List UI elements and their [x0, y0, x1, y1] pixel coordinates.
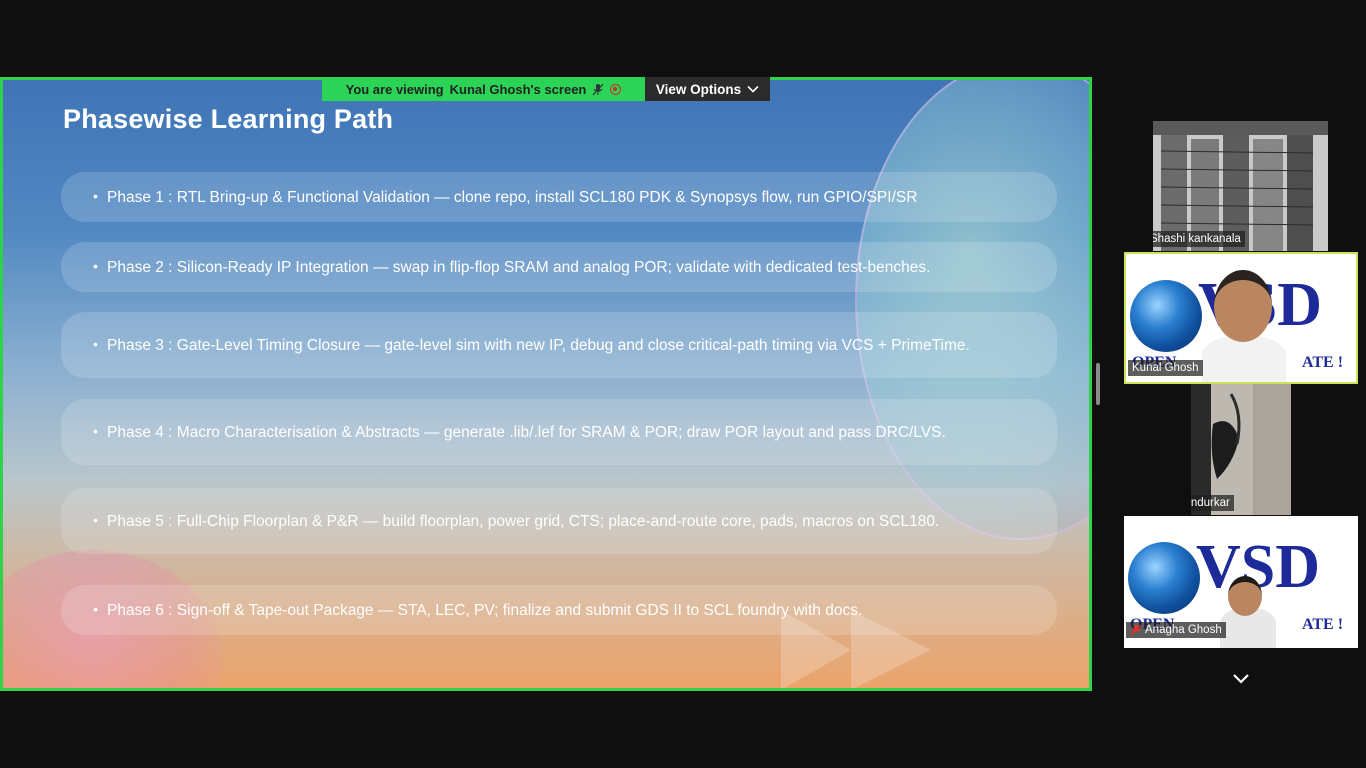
- participant-name-tag: Shashi kankanala: [1153, 231, 1245, 247]
- phase-text: Phase 2 : Silicon-Ready IP Integration —…: [107, 258, 931, 276]
- phase-item: Phase 1 : RTL Bring-up & Functional Vali…: [61, 172, 1057, 222]
- chevron-down-icon: [747, 85, 759, 93]
- participant-face: [1214, 270, 1272, 342]
- participant-video: [1202, 336, 1286, 382]
- viewing-label: You are viewing: [345, 81, 444, 97]
- participant-name: Pranav Indurkar: [1191, 497, 1230, 509]
- record-icon: [610, 83, 622, 95]
- video-tile-participant[interactable]: Pranav Indurkar: [1191, 384, 1291, 515]
- view-options-label: View Options: [655, 81, 742, 97]
- participant-name: Anagha Ghosh: [1145, 624, 1222, 636]
- vsd-tagline-right: ATE !: [1302, 354, 1344, 371]
- vsd-tagline-right: ATE !: [1302, 616, 1344, 633]
- phase-text: Phase 5 : Full-Chip Floorplan & P&R — bu…: [107, 512, 940, 530]
- participant-name: Kunal Ghosh: [1132, 362, 1199, 374]
- participant-name-tag: Anagha Ghosh: [1126, 622, 1226, 638]
- decorative-bubble: [855, 80, 1089, 540]
- globe-logo: [1128, 542, 1200, 614]
- phase-text: Phase 3 : Gate-Level Timing Closure — ga…: [107, 336, 970, 354]
- phase-text: Phase 6 : Sign-off & Tape-out Package — …: [107, 601, 863, 619]
- meeting-window: Phasewise Learning Path Phase 1 : RTL Br…: [0, 0, 1366, 768]
- phase-item: Phase 2 : Silicon-Ready IP Integration —…: [61, 242, 1057, 292]
- phase-item: Phase 4 : Macro Characterisation & Abstr…: [61, 399, 1057, 465]
- phase-text: Phase 4 : Macro Characterisation & Abstr…: [107, 423, 946, 441]
- video-tile-active-speaker[interactable]: VSD OPEN ATE ! Kunal Ghosh: [1124, 252, 1358, 384]
- participant-name: Shashi kankanala: [1153, 233, 1241, 245]
- participant-name-tag: Kunal Ghosh: [1128, 360, 1203, 376]
- fast-forward-icon: [781, 610, 931, 688]
- mic-off-icon: [1130, 624, 1142, 636]
- chevron-down-icon[interactable]: [1230, 670, 1252, 688]
- video-tile-participant[interactable]: Shashi kankanala: [1153, 121, 1328, 251]
- phase-item: Phase 3 : Gate-Level Timing Closure — ga…: [61, 312, 1057, 378]
- video-tile-participant[interactable]: VSD OPEN ATE ! Anagha Ghosh: [1124, 516, 1358, 648]
- participant-face: [1228, 576, 1262, 616]
- presenter-name: Kunal Ghosh's screen: [449, 81, 587, 97]
- view-options-button[interactable]: View Options: [645, 77, 770, 101]
- mic-off-icon: [592, 83, 604, 95]
- phase-item: Phase 5 : Full-Chip Floorplan & P&R — bu…: [61, 488, 1057, 554]
- shared-screen[interactable]: Phasewise Learning Path Phase 1 : RTL Br…: [0, 77, 1092, 691]
- globe-logo: [1130, 280, 1202, 352]
- panel-resize-handle[interactable]: [1096, 363, 1100, 405]
- participant-name-tag: Pranav Indurkar: [1191, 495, 1234, 511]
- slide-title: Phasewise Learning Path: [63, 104, 394, 134]
- viewing-banner: You are viewing Kunal Ghosh's screen: [322, 77, 645, 101]
- phase-text: Phase 1 : RTL Bring-up & Functional Vali…: [107, 188, 918, 206]
